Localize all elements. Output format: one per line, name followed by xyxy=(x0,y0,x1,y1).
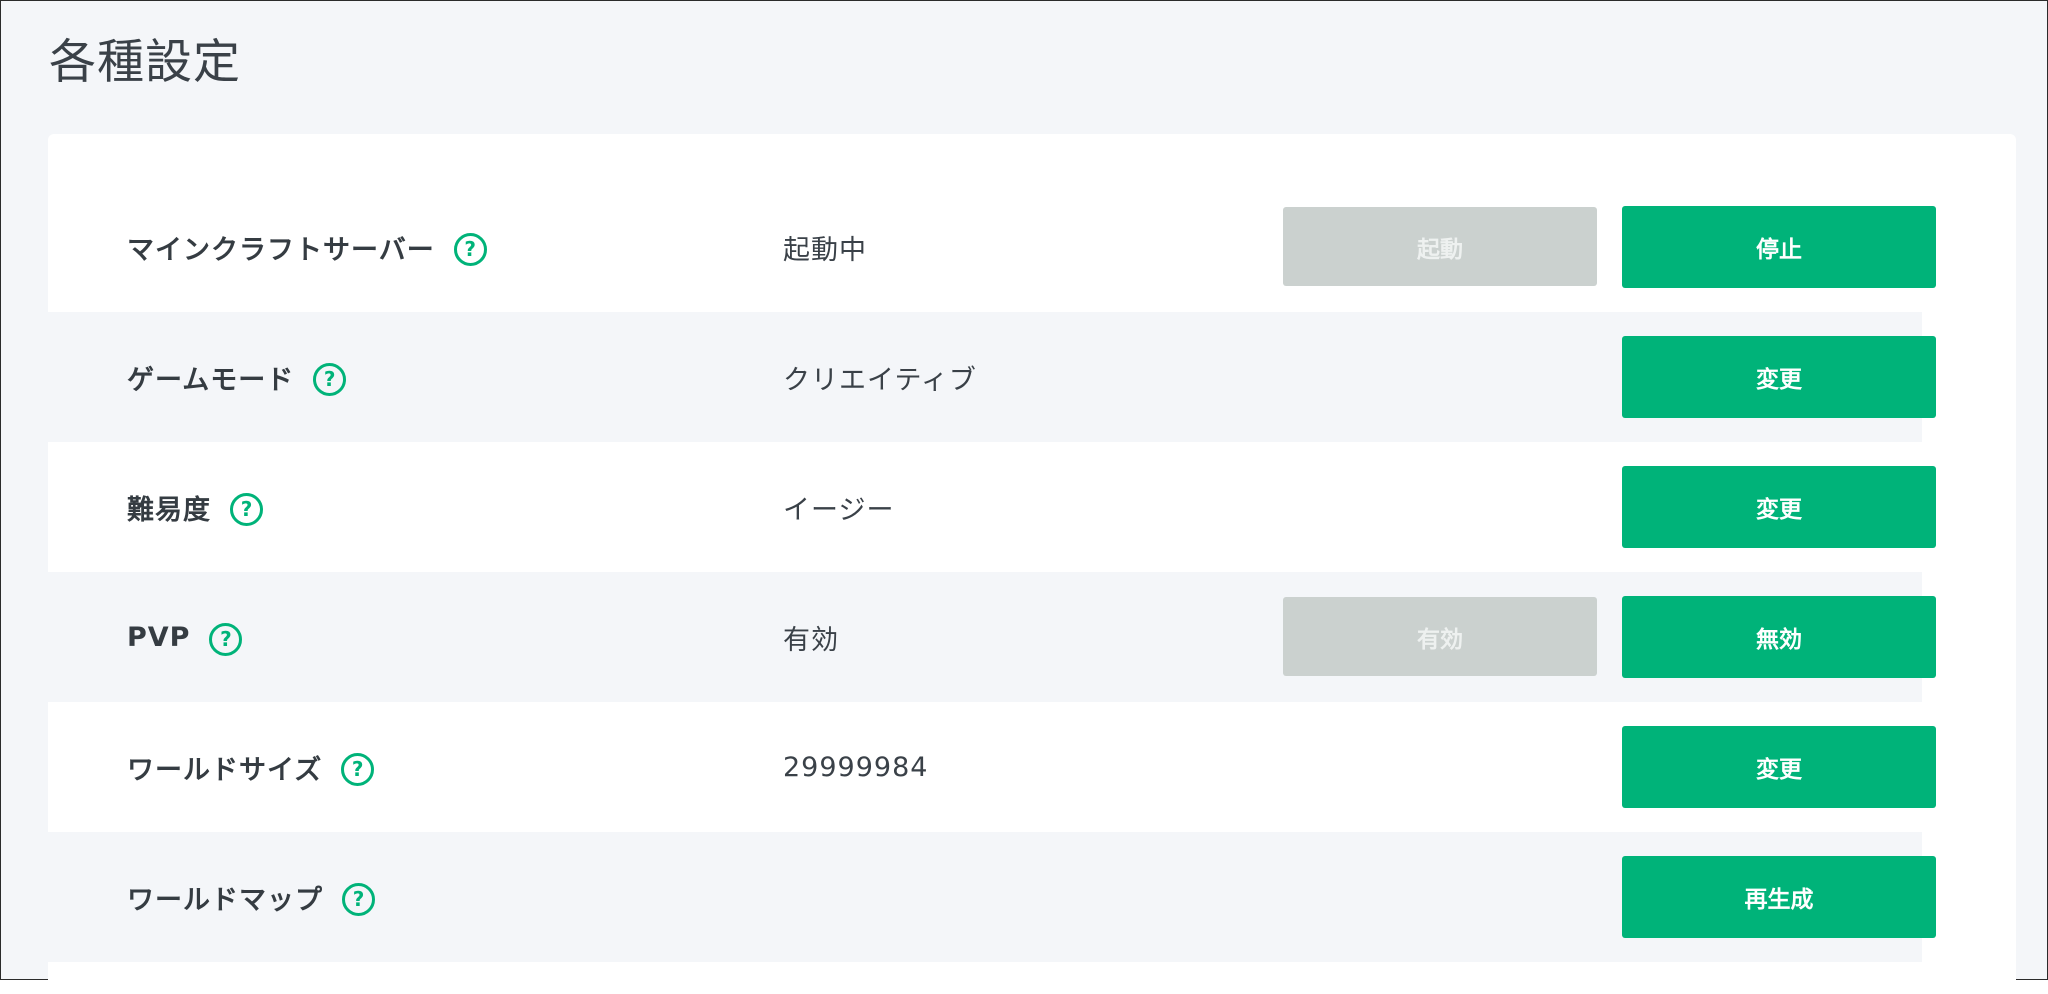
setting-label: マインクラフトサーバー xyxy=(127,234,435,266)
help-icon[interactable]: ? xyxy=(209,622,243,656)
help-icon[interactable]: ? xyxy=(230,492,263,526)
setting-row-difficulty: 難易度 ? イージー 変更 xyxy=(48,442,1936,572)
setting-row-game-mode: ゲームモード ? クリエイティブ 変更 xyxy=(48,312,1936,442)
stop-server-button[interactable]: 停止 xyxy=(1622,206,1936,288)
setting-value: 有効 xyxy=(783,624,839,656)
setting-label-group: PVP ? xyxy=(127,572,243,702)
setting-label-group: ワールドサイズ ? xyxy=(127,702,375,832)
help-icon[interactable]: ? xyxy=(313,362,347,396)
help-icon[interactable]: ? xyxy=(453,232,487,266)
setting-row-pvp: PVP ? 有効 有効 無効 xyxy=(48,572,1936,702)
setting-value: イージー xyxy=(783,494,895,526)
change-difficulty-button[interactable]: 変更 xyxy=(1622,466,1936,548)
setting-row-server: マインクラフトサーバー ? 起動中 起動 停止 xyxy=(48,182,1936,312)
setting-label-group: マインクラフトサーバー ? xyxy=(127,182,487,312)
setting-label: 難易度 xyxy=(127,494,211,526)
change-game-mode-button[interactable]: 変更 xyxy=(1622,336,1936,418)
regenerate-world-map-button[interactable]: 再生成 xyxy=(1622,856,1936,938)
setting-row-world-size: ワールドサイズ ? 29999984 変更 xyxy=(48,702,1936,832)
setting-value: 起動中 xyxy=(783,234,867,266)
enable-pvp-button[interactable]: 有効 xyxy=(1283,597,1597,676)
page-title: 各種設定 xyxy=(49,35,241,90)
start-server-button[interactable]: 起動 xyxy=(1283,207,1597,286)
setting-label: ワールドマップ xyxy=(127,884,323,916)
help-icon[interactable]: ? xyxy=(342,882,375,916)
setting-label-group: 難易度 ? xyxy=(127,442,263,572)
help-icon[interactable]: ? xyxy=(341,752,375,786)
setting-value: クリエイティブ xyxy=(783,364,977,396)
setting-label-group: ワールドマップ ? xyxy=(127,832,375,962)
settings-list: マインクラフトサーバー ? 起動中 起動 停止 ゲームモード ? クリエイティブ… xyxy=(48,182,1936,962)
disable-pvp-button[interactable]: 無効 xyxy=(1622,596,1936,678)
setting-label: ワールドサイズ xyxy=(127,754,323,786)
setting-label-group: ゲームモード ? xyxy=(127,312,347,442)
settings-page: 各種設定 マインクラフトサーバー ? 起動中 起動 停止 ゲームモード ? クリ… xyxy=(0,0,2048,994)
setting-label: ゲームモード xyxy=(127,364,295,396)
setting-value: 29999984 xyxy=(783,751,929,783)
setting-label: PVP xyxy=(127,621,191,653)
change-world-size-button[interactable]: 変更 xyxy=(1622,726,1936,808)
setting-row-world-map: ワールドマップ ? 再生成 xyxy=(48,832,1936,962)
